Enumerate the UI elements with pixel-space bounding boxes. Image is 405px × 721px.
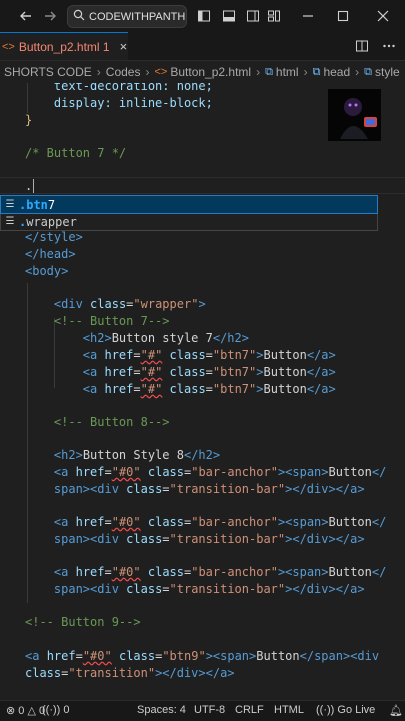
suggestion-btn7[interactable]: ☰ .btn 7 [0,195,378,214]
code-comment: <!-- Button 8--> [53,415,170,429]
toggle-sidebar-icon[interactable] [192,4,216,28]
chevron-right-icon: › [256,65,261,79]
breadcrumb-style[interactable]: style [375,65,400,79]
code-line-current: . [25,179,33,193]
chevron-right-icon: › [145,65,150,79]
tab-bar: <> Button_p2.html 1 × [0,32,405,61]
text-caret [33,179,34,193]
code-line: <a href="#" class="btn7">Button</a> [82,365,336,379]
presenter-thumbnail [328,89,381,141]
element-icon: ⧉ [312,65,321,78]
split-editor-icon[interactable] [350,34,374,58]
code-line: } [25,113,33,127]
chevron-right-icon: › [303,65,308,79]
code-line: span><div class="transition-bar"></div><… [53,582,365,596]
encoding-status[interactable]: UTF-8 [194,704,225,716]
breadcrumb-folder-codes[interactable]: Codes [106,65,141,79]
code-line: <a href="#" class="btn7">Button</a> [82,348,336,362]
code-line: class="transition"></div></a> [25,666,235,680]
breadcrumb-file[interactable]: Button_p2.html [170,65,251,79]
broadcast-icon: ((·)) [316,704,335,716]
eol-status[interactable]: CRLF [235,704,264,716]
language-status[interactable]: HTML [274,704,304,716]
breadcrumb: SHORTS CODE › Codes › <> Button_p2.html … [0,61,405,83]
element-icon: ⧉ [265,65,273,78]
chevron-right-icon: › [355,65,360,79]
code-line: <a href="#0" class="bar-anchor"><span>Bu… [53,565,387,579]
suggest-widget[interactable]: ☰ .btn 7 ☰. wrapper [0,195,378,231]
code-comment: <!-- Button 9--> [25,615,141,629]
suggestion-wrapper[interactable]: ☰. wrapper [1,213,377,230]
tab-label: Button_p2.html 1 [18,39,110,54]
arrow-right-icon[interactable] [38,4,62,28]
breadcrumb-html[interactable]: html [276,65,299,79]
keyword-icon: ☰ [5,199,15,210]
code-comment: <!-- Button 7--> [53,314,170,328]
html-file-icon: <> [2,40,15,53]
code-line: display: inline-block; [25,96,213,110]
search-icon [73,9,85,24]
more-actions-icon[interactable] [377,34,401,58]
code-line: </style> [25,230,83,244]
breadcrumb-folder-shorts-code[interactable]: SHORTS CODE [4,65,92,79]
chevron-right-icon: › [96,65,101,79]
code-line: <body> [25,264,69,278]
code-line: <a href="#0" class="bar-anchor"><span>Bu… [53,515,387,529]
go-live-button[interactable]: ((·)) Go Live [316,704,375,716]
code-line: text-decoration: none; [25,83,213,93]
code-line: </head> [25,247,76,261]
code-line: <a href="#0" class="btn9"><span>Button</… [25,649,380,663]
toggle-panel-icon[interactable] [217,4,241,28]
code-line: <h2>Button style 7</h2> [82,331,249,345]
title-bar: CODEWITHPANTHER [0,0,405,32]
indentation-status[interactable]: Spaces: 4 [137,704,186,716]
breadcrumb-head[interactable]: head [323,65,350,79]
problems-indicator[interactable]: ⊗ 0 △ 0 [6,704,45,717]
element-icon: ⧉ [364,65,373,78]
ports-indicator[interactable]: ((·)) 0 [42,704,70,716]
code-line: <a href="#0" class="bar-anchor"><span>Bu… [53,465,387,479]
maximize-icon[interactable] [331,4,355,28]
current-line-highlight [0,177,405,194]
code-line: <a href="#" class="btn7">Button</a> [82,382,336,396]
customize-layout-icon[interactable] [262,4,286,28]
warning-icon: △ [27,705,36,717]
close-window-icon[interactable] [371,4,395,28]
broadcast-icon: ((·)) [42,704,61,716]
close-tab-icon[interactable]: × [120,39,128,54]
code-editor[interactable]: text-decoration: none; display: inline-b… [0,83,405,700]
status-bar: ⊗ 0 △ 0 ((·)) 0 Spaces: 4 UTF-8 CRLF HTM… [0,700,405,721]
tab-button-p2-html[interactable]: <> Button_p2.html 1 × [0,32,128,60]
code-line: span><div class="transition-bar"></div><… [53,532,365,546]
arrow-left-icon[interactable] [14,4,38,28]
notifications-bell-icon[interactable]: 🔔︎ [389,704,403,717]
error-icon: ⊗ [6,705,16,717]
code-line: span><div class="transition-bar"></div><… [53,482,365,496]
code-line: <div class="wrapper"> [53,297,206,311]
keyword-icon: ☰ [5,216,15,227]
code-comment: /* Button 7 */ [25,146,127,160]
html-file-icon: <> [154,66,168,78]
search-text: CODEWITHPANTHER [89,10,186,23]
minimize-icon[interactable] [296,4,320,28]
code-line: <h2>Button Style 8</h2> [53,448,221,462]
command-center-search[interactable]: CODEWITHPANTHER [67,5,187,28]
